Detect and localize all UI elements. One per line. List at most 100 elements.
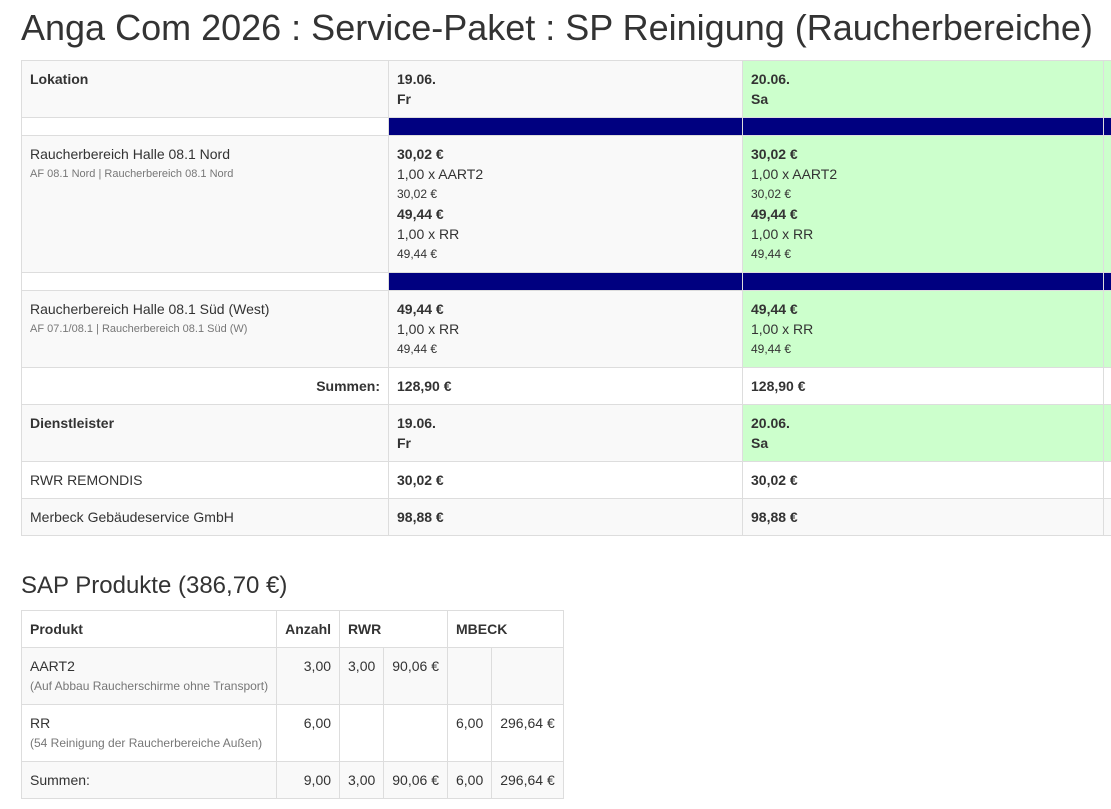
sap-sum-rwr-sum: 90,06 € <box>383 761 448 799</box>
sap-sum-mbeck-qty: 6,00 <box>446 761 493 799</box>
overflow-cell <box>1103 461 1111 499</box>
sap-header-count: Anzahl <box>276 610 341 648</box>
item-qty: 1,00 x AART2 <box>397 166 484 182</box>
spacer-bar <box>1103 272 1111 291</box>
sap-sums-row: Summen: 9,00 3,00 90,06 € 6,00 296,64 € <box>20 761 564 799</box>
spacer-bar <box>1103 117 1111 136</box>
day-date: 19.06. <box>397 415 436 431</box>
day-weekday: Fr <box>397 435 411 451</box>
location-cell: Raucherbereich Halle 08.1 Nord AF 08.1 N… <box>21 135 389 273</box>
item-total: 30,02 € <box>751 146 798 162</box>
item-price: 49,44 € <box>751 342 792 356</box>
sap-sums-label: Summen: <box>20 761 278 799</box>
provider-value: 98,88 € <box>742 498 1104 536</box>
day-date: 19.06. <box>397 71 436 87</box>
sap-rwr-qty: 3,00 <box>339 647 385 705</box>
sap-product-desc: (54 Reinigung der Raucherbereiche Außen) <box>30 736 263 750</box>
day-header-1: 19.06. Fr <box>388 60 743 118</box>
sap-header-mbeck: MBECK <box>446 610 564 648</box>
item-total: 49,44 € <box>397 206 444 222</box>
sap-product-cell: AART2 (Auf Abbau Raucherschirme ohne Tra… <box>20 647 278 705</box>
provider-row: Merbeck Gebäudeservice GmbH 98,88 € 98,8… <box>21 498 1111 536</box>
provider-value: 98,88 € <box>388 498 743 536</box>
item-price: 30,02 € <box>751 187 792 201</box>
provider-value: 30,02 € <box>388 461 743 499</box>
provider-row: RWR REMONDIS 30,02 € 30,02 € <box>21 461 1111 499</box>
sap-rwr-sum: 90,06 € <box>383 647 448 705</box>
spacer-bar <box>388 272 743 291</box>
item-total: 30,02 € <box>397 146 444 162</box>
location-row: Raucherbereich Halle 08.1 Nord AF 08.1 N… <box>21 135 1111 273</box>
item-price: 49,44 € <box>397 247 438 261</box>
sap-product-desc: (Auf Abbau Raucherschirme ohne Transport… <box>30 679 269 693</box>
provider-value: 30,02 € <box>742 461 1104 499</box>
day-header-1: 19.06. Fr <box>388 404 743 462</box>
sap-sum-count: 9,00 <box>276 761 341 799</box>
sap-products-table: Produkt Anzahl RWR MBECK AART2 (Auf Abba… <box>20 610 564 799</box>
spacer-row <box>21 117 1111 136</box>
location-day-cell: 30,02 € 1,00 x AART2 30,02 € 49,44 € 1,0… <box>388 135 743 273</box>
location-sub: AF 07.1/08.1 | Raucherbereich 08.1 Süd (… <box>30 323 248 335</box>
overflow-cell <box>1103 498 1111 536</box>
location-sub: AF 08.1 Nord | Raucherbereich 08.1 Nord <box>30 168 234 180</box>
day-date: 20.06. <box>751 71 790 87</box>
spacer-cell <box>21 117 389 136</box>
provider-name: Merbeck Gebäudeservice GmbH <box>21 498 389 536</box>
location-day-cell: 49,44 € 1,00 x RR 49,44 € <box>388 290 743 368</box>
sap-row: AART2 (Auf Abbau Raucherschirme ohne Tra… <box>20 647 564 705</box>
location-header-row: Lokation 19.06. Fr 20.06. Sa <box>21 60 1111 118</box>
sap-row: RR (54 Reinigung der Raucherbereiche Auß… <box>20 704 564 762</box>
sum-day-2: 128,90 € <box>742 367 1104 405</box>
service-package-table: Lokation 19.06. Fr 20.06. Sa Raucherbere… <box>21 60 1111 536</box>
spacer-bar <box>742 272 1104 291</box>
location-row: Raucherbereich Halle 08.1 Süd (West) AF … <box>21 290 1111 368</box>
sap-count: 6,00 <box>276 704 341 762</box>
overflow-cell <box>1103 290 1111 368</box>
day-weekday: Sa <box>751 435 769 451</box>
sap-sum-rwr-qty: 3,00 <box>339 761 385 799</box>
location-day-cell: 30,02 € 1,00 x AART2 30,02 € 49,44 € 1,0… <box>742 135 1104 273</box>
item-total: 49,44 € <box>751 206 798 222</box>
sap-mbeck-qty <box>446 647 493 705</box>
sap-mbeck-sum: 296,64 € <box>491 704 564 762</box>
sap-count: 3,00 <box>276 647 341 705</box>
day-weekday: Fr <box>397 91 411 107</box>
sap-mbeck-qty: 6,00 <box>446 704 493 762</box>
sap-products-wrapper: Produkt Anzahl RWR MBECK AART2 (Auf Abba… <box>20 610 564 799</box>
sap-products-title: SAP Produkte (386,70 €) <box>21 572 288 599</box>
overflow-cell <box>1103 135 1111 273</box>
sap-product-name: AART2 <box>30 658 75 674</box>
day-header-2: 20.06. Sa <box>742 60 1104 118</box>
service-package-table-wrapper: Lokation 19.06. Fr 20.06. Sa Raucherbere… <box>21 60 1111 536</box>
item-price: 49,44 € <box>397 342 438 356</box>
sap-header-row: Produkt Anzahl RWR MBECK <box>20 610 564 648</box>
item-qty: 1,00 x AART2 <box>751 166 838 182</box>
sap-product-name: RR <box>30 715 51 731</box>
sap-product-cell: RR (54 Reinigung der Raucherbereiche Auß… <box>20 704 278 762</box>
spacer-row <box>21 272 1111 291</box>
item-qty: 1,00 x RR <box>751 226 814 242</box>
location-name: Raucherbereich Halle 08.1 Süd (West) <box>30 301 270 317</box>
location-name: Raucherbereich Halle 08.1 Nord <box>30 146 230 162</box>
sums-row: Summen: 128,90 € 128,90 € <box>21 367 1111 405</box>
spacer-bar <box>388 117 743 136</box>
overflow-cell <box>1103 367 1111 405</box>
sap-sum-mbeck-sum: 296,64 € <box>491 761 564 799</box>
item-qty: 1,00 x RR <box>397 321 460 337</box>
item-total: 49,44 € <box>397 301 444 317</box>
provider-header: Dienstleister <box>21 404 389 462</box>
day-weekday: Sa <box>751 91 769 107</box>
item-total: 49,44 € <box>751 301 798 317</box>
item-qty: 1,00 x RR <box>397 226 460 242</box>
item-qty: 1,00 x RR <box>751 321 814 337</box>
day-header-overflow <box>1103 404 1111 462</box>
sap-header-rwr: RWR <box>339 610 448 648</box>
item-price: 30,02 € <box>397 187 438 201</box>
sap-rwr-sum <box>383 704 448 762</box>
day-date: 20.06. <box>751 415 790 431</box>
sap-rwr-qty <box>339 704 385 762</box>
provider-name: RWR REMONDIS <box>21 461 389 499</box>
day-header-2: 20.06. Sa <box>742 404 1104 462</box>
day-header-overflow <box>1103 60 1111 118</box>
provider-header-row: Dienstleister 19.06. Fr 20.06. Sa <box>21 404 1111 462</box>
